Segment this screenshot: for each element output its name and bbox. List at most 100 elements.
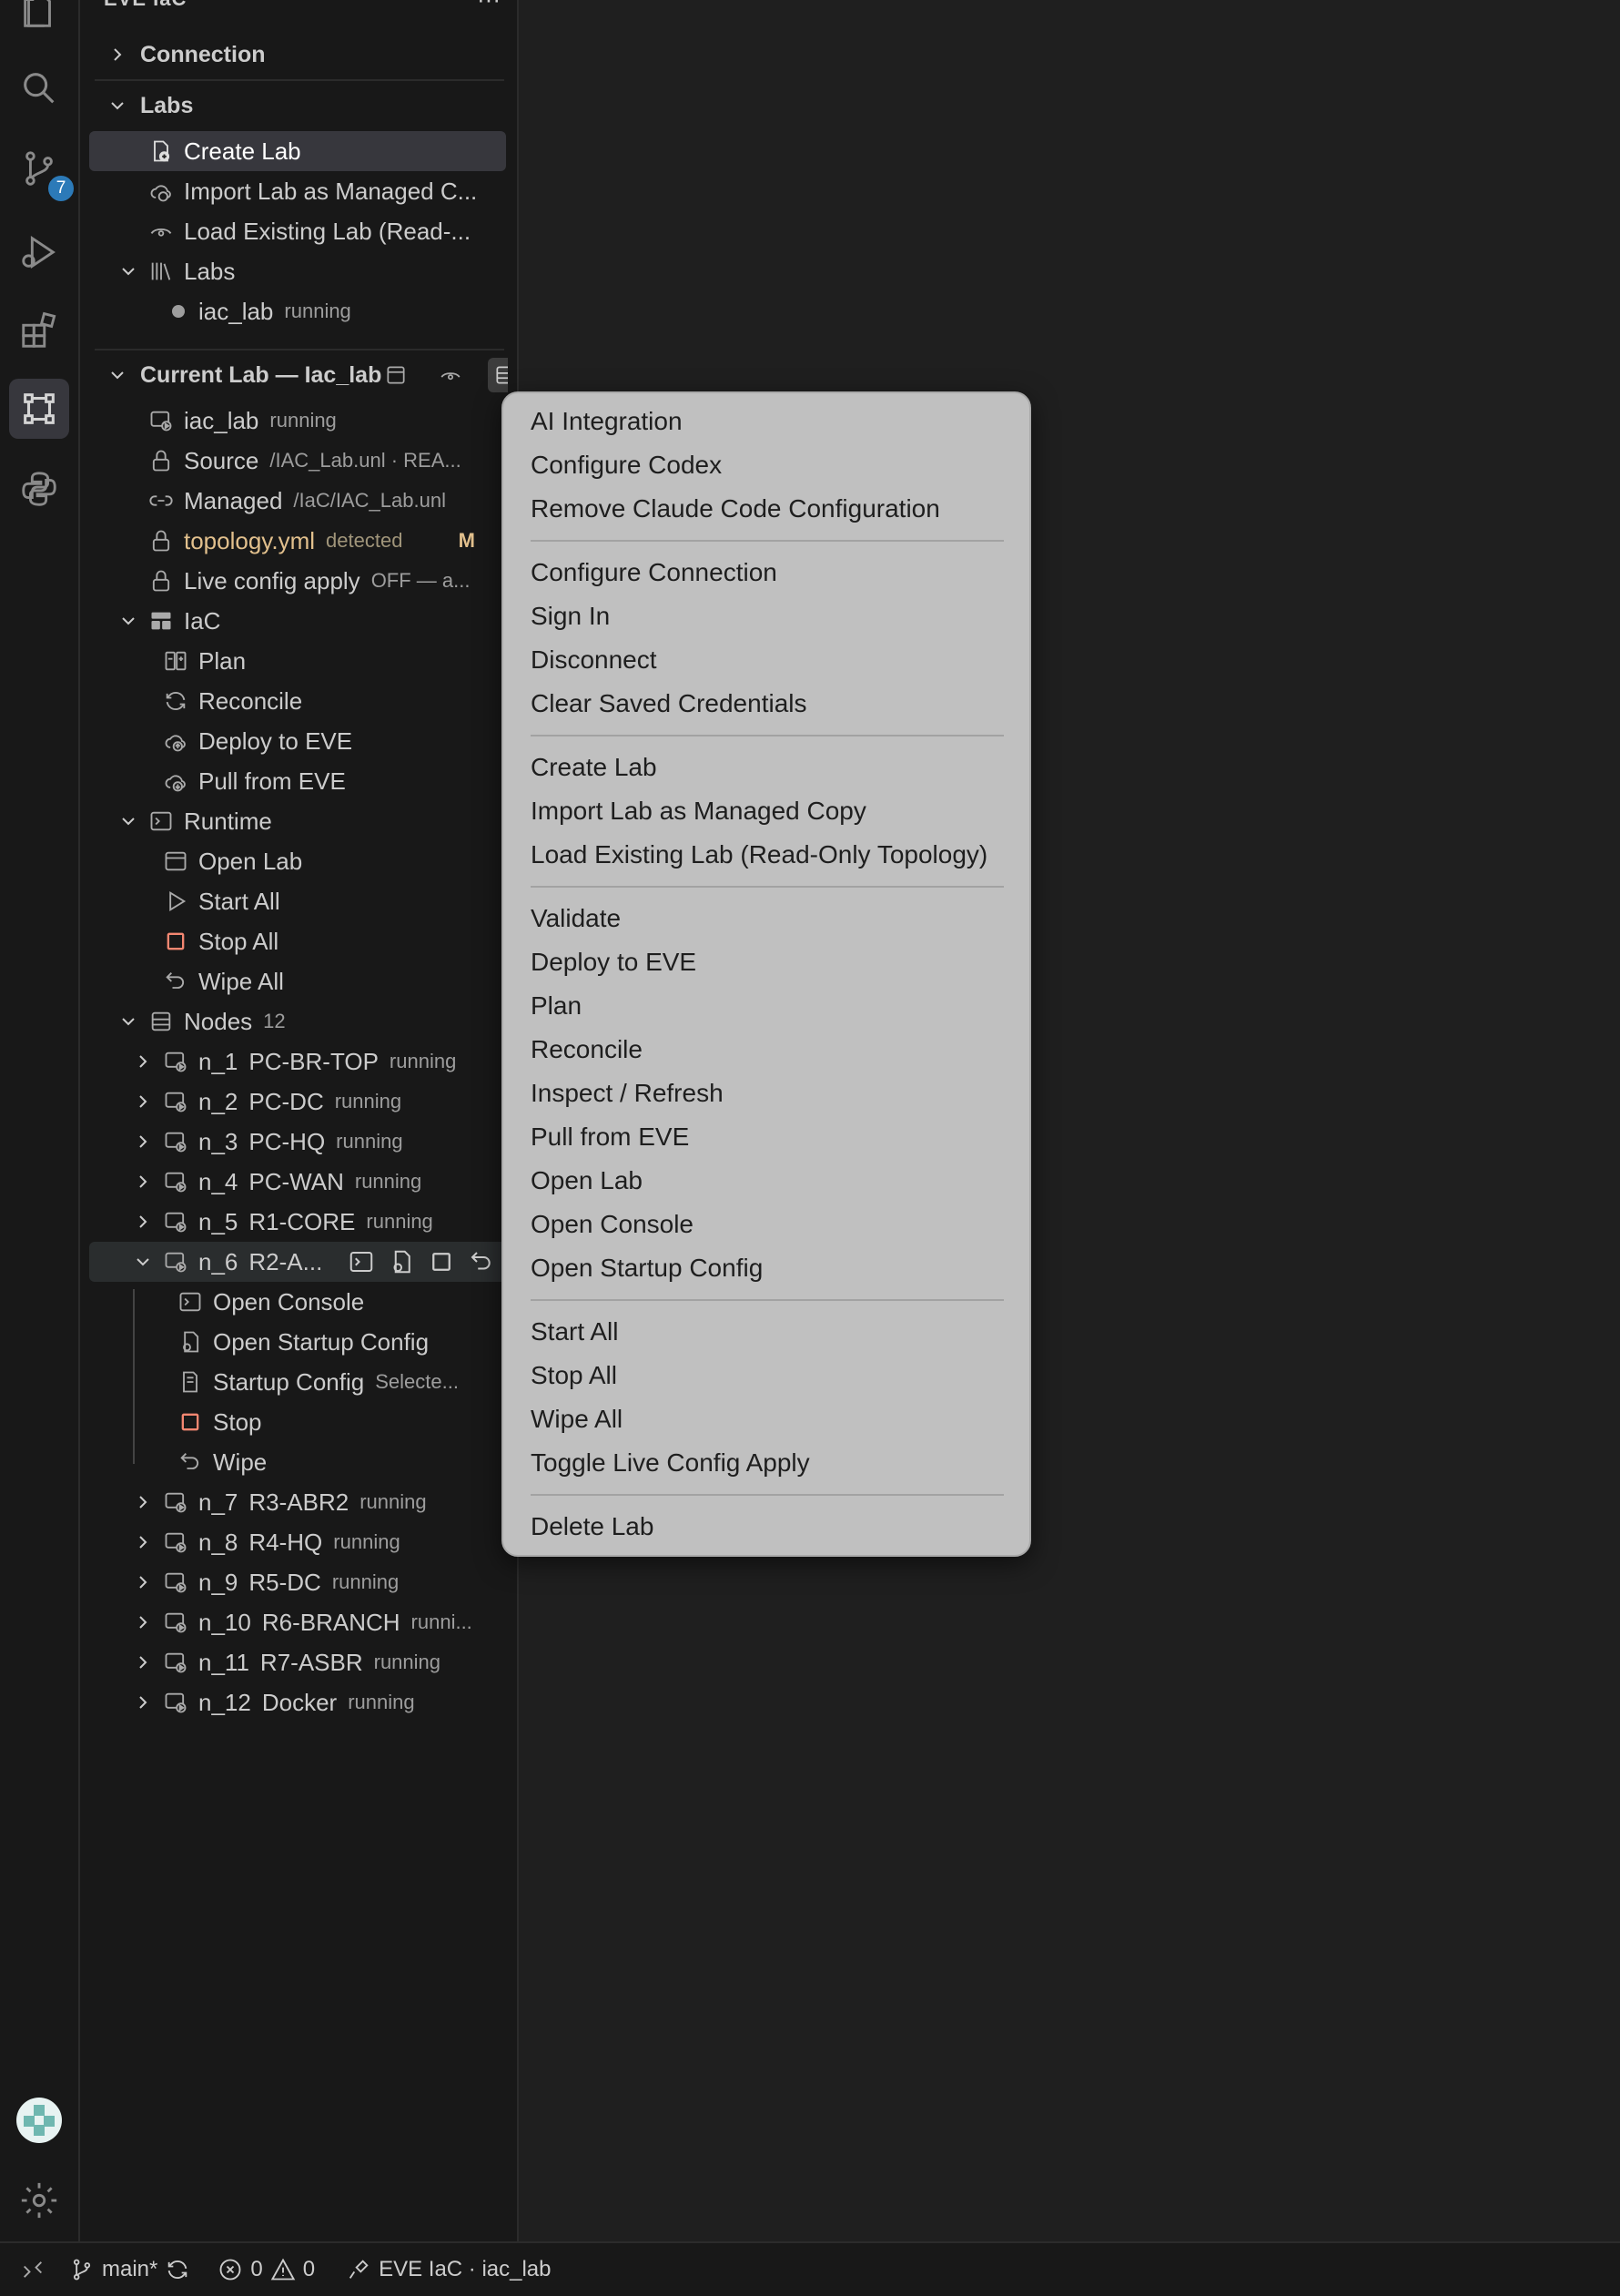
iac-deploy-item[interactable]: Deploy to EVE [89, 721, 508, 761]
topology-file-item[interactable]: topology.yml detected M [89, 521, 508, 561]
iac-pull-item[interactable]: Pull from EVE [89, 761, 508, 801]
menu-item[interactable]: Open Lab [531, 1165, 643, 1196]
node-row[interactable]: n_11 R7-ASBR running [89, 1642, 508, 1682]
node-child-startup-config[interactable]: Startup Config Selecte... [89, 1362, 508, 1402]
undo-icon[interactable] [468, 1248, 495, 1275]
source-control-icon[interactable]: 7 [9, 138, 76, 204]
menu-item[interactable]: Validate [531, 903, 621, 934]
vm-running-icon [162, 1168, 189, 1195]
menu-item[interactable]: Deploy to EVE [531, 947, 696, 978]
stop-icon[interactable] [428, 1248, 455, 1275]
search-icon[interactable] [9, 58, 69, 118]
node-id: n_8 [198, 1528, 238, 1556]
open-lab-icon[interactable] [379, 358, 413, 392]
section-labs[interactable]: Labs [89, 86, 508, 126]
lab-status: running [284, 300, 351, 322]
node-row[interactable]: n_2 PC-DC running [89, 1082, 508, 1122]
menu-item[interactable]: Configure Connection [531, 557, 777, 588]
node-row[interactable]: n_4 PC-WAN running [89, 1162, 508, 1202]
settings-gear-icon[interactable] [9, 2170, 69, 2230]
iac-group[interactable]: IaC [89, 601, 508, 641]
node-child-open-startup[interactable]: Open Startup Config [89, 1322, 508, 1362]
node-row[interactable]: n_6 R2-A... [89, 1242, 508, 1282]
menu-item[interactable]: Load Existing Lab (Read-Only Topology) [531, 839, 987, 870]
menu-item[interactable]: Stop All [531, 1360, 617, 1391]
iac-plan-item[interactable]: Plan [89, 641, 508, 681]
current-lab-item[interactable]: iac_lab running [89, 401, 508, 441]
branch-item[interactable]: main* [69, 2257, 190, 2282]
node-id: n_11 [198, 1648, 249, 1676]
menu-item[interactable]: Disconnect [531, 645, 657, 676]
menu-item[interactable]: Inspect / Refresh [531, 1078, 724, 1109]
chevron-right-icon [131, 1570, 155, 1594]
iac-reconcile-item[interactable]: Reconcile [89, 681, 508, 721]
menu-item[interactable]: Pull from EVE [531, 1122, 689, 1153]
node-row[interactable]: n_1 PC-BR-TOP running [89, 1041, 508, 1082]
more-actions-icon[interactable]: ··· [477, 0, 501, 14]
new-file-icon [147, 137, 175, 165]
menu-item[interactable]: Sign In [531, 601, 610, 632]
load-lab-item[interactable]: Load Existing Lab (Read-... [89, 211, 508, 251]
section-connection[interactable]: Connection [89, 35, 508, 75]
menu-item[interactable]: Reconcile [531, 1034, 643, 1065]
warning-icon [270, 2258, 295, 2281]
terminal-icon[interactable] [348, 1248, 375, 1275]
nodes-group[interactable]: Nodes 12 [89, 1001, 508, 1041]
node-row[interactable]: n_5 R1-CORE running [89, 1202, 508, 1242]
lab-list-item[interactable]: iac_lab running [89, 291, 508, 331]
account-icon[interactable] [16, 2098, 62, 2143]
node-row[interactable]: n_3 PC-HQ running [89, 1122, 508, 1162]
runtime-start-all-item[interactable]: Start All [89, 881, 508, 921]
topology-file-label: topology.yml [184, 526, 316, 554]
extension-status-item[interactable]: EVE IaC · iac_lab [346, 2257, 552, 2282]
runtime-wipe-all-item[interactable]: Wipe All [89, 961, 508, 1001]
live-config-item[interactable]: Live config apply OFF — a... [89, 561, 508, 601]
menu-item[interactable]: Import Lab as Managed Copy [531, 796, 866, 827]
runtime-open-lab-item[interactable]: Open Lab [89, 841, 508, 881]
eve-iac-sidebar: EVE IaC ··· Connection Labs Create Lab I… [80, 0, 519, 2241]
menu-item[interactable]: Create Lab [531, 752, 657, 783]
run-debug-icon[interactable] [9, 222, 69, 282]
extensions-icon[interactable] [9, 300, 69, 361]
eye-icon[interactable] [433, 358, 468, 392]
menu-item[interactable]: Remove Claude Code Configuration [531, 493, 940, 524]
vm-running-icon [162, 1488, 189, 1516]
server-menu-icon[interactable] [488, 358, 508, 392]
node-row[interactable]: n_8 R4-HQ running [89, 1522, 508, 1562]
node-status: running [331, 1570, 400, 1593]
menu-item[interactable]: Start All [531, 1316, 618, 1347]
node-row[interactable]: n_9 R5-DC running [89, 1562, 508, 1602]
runtime-group[interactable]: Runtime [89, 801, 508, 841]
source-item[interactable]: Source /IAC_Lab.unl · REA... [89, 441, 508, 481]
menu-item[interactable]: Plan [531, 991, 582, 1021]
labs-group[interactable]: Labs [89, 251, 508, 291]
config-file-icon[interactable] [388, 1248, 415, 1275]
eve-iac-icon[interactable] [9, 379, 69, 439]
node-row[interactable]: n_12 Docker running [89, 1682, 508, 1722]
node-row[interactable]: n_10 R6-BRANCH runni... [89, 1602, 508, 1642]
create-lab-item[interactable]: Create Lab [89, 131, 506, 171]
menu-item[interactable]: Delete Lab [531, 1511, 653, 1542]
node-child-wipe[interactable]: Wipe [89, 1442, 508, 1482]
chevron-right-icon [131, 1130, 155, 1153]
menu-item[interactable]: Open Startup Config [531, 1253, 763, 1284]
explorer-icon[interactable] [9, 0, 69, 40]
python-icon[interactable] [9, 459, 69, 519]
node-child-open-console[interactable]: Open Console [89, 1282, 508, 1322]
node-row[interactable]: n_7 R3-ABR2 running [89, 1482, 508, 1522]
menu-item[interactable]: Configure Codex [531, 450, 722, 481]
menu-item[interactable]: Open Console [531, 1209, 694, 1240]
chevron-down-icon [116, 609, 140, 633]
menu-separator [531, 540, 1004, 542]
menu-item[interactable]: Wipe All [531, 1404, 623, 1435]
runtime-stop-all-item[interactable]: Stop All [89, 921, 508, 961]
node-child-stop[interactable]: Stop [89, 1402, 508, 1442]
menu-item[interactable]: AI Integration [531, 406, 683, 437]
section-current-lab[interactable]: Current Lab — Iac_lab [89, 355, 508, 395]
managed-item[interactable]: Managed /IaC/IAC_Lab.unl [89, 481, 508, 521]
menu-item[interactable]: Clear Saved Credentials [531, 688, 807, 719]
problems-item[interactable]: 0 0 [218, 2257, 315, 2282]
remote-icon[interactable] [20, 2257, 46, 2282]
import-lab-item[interactable]: Import Lab as Managed C... [89, 171, 508, 211]
menu-item[interactable]: Toggle Live Config Apply [531, 1448, 810, 1478]
